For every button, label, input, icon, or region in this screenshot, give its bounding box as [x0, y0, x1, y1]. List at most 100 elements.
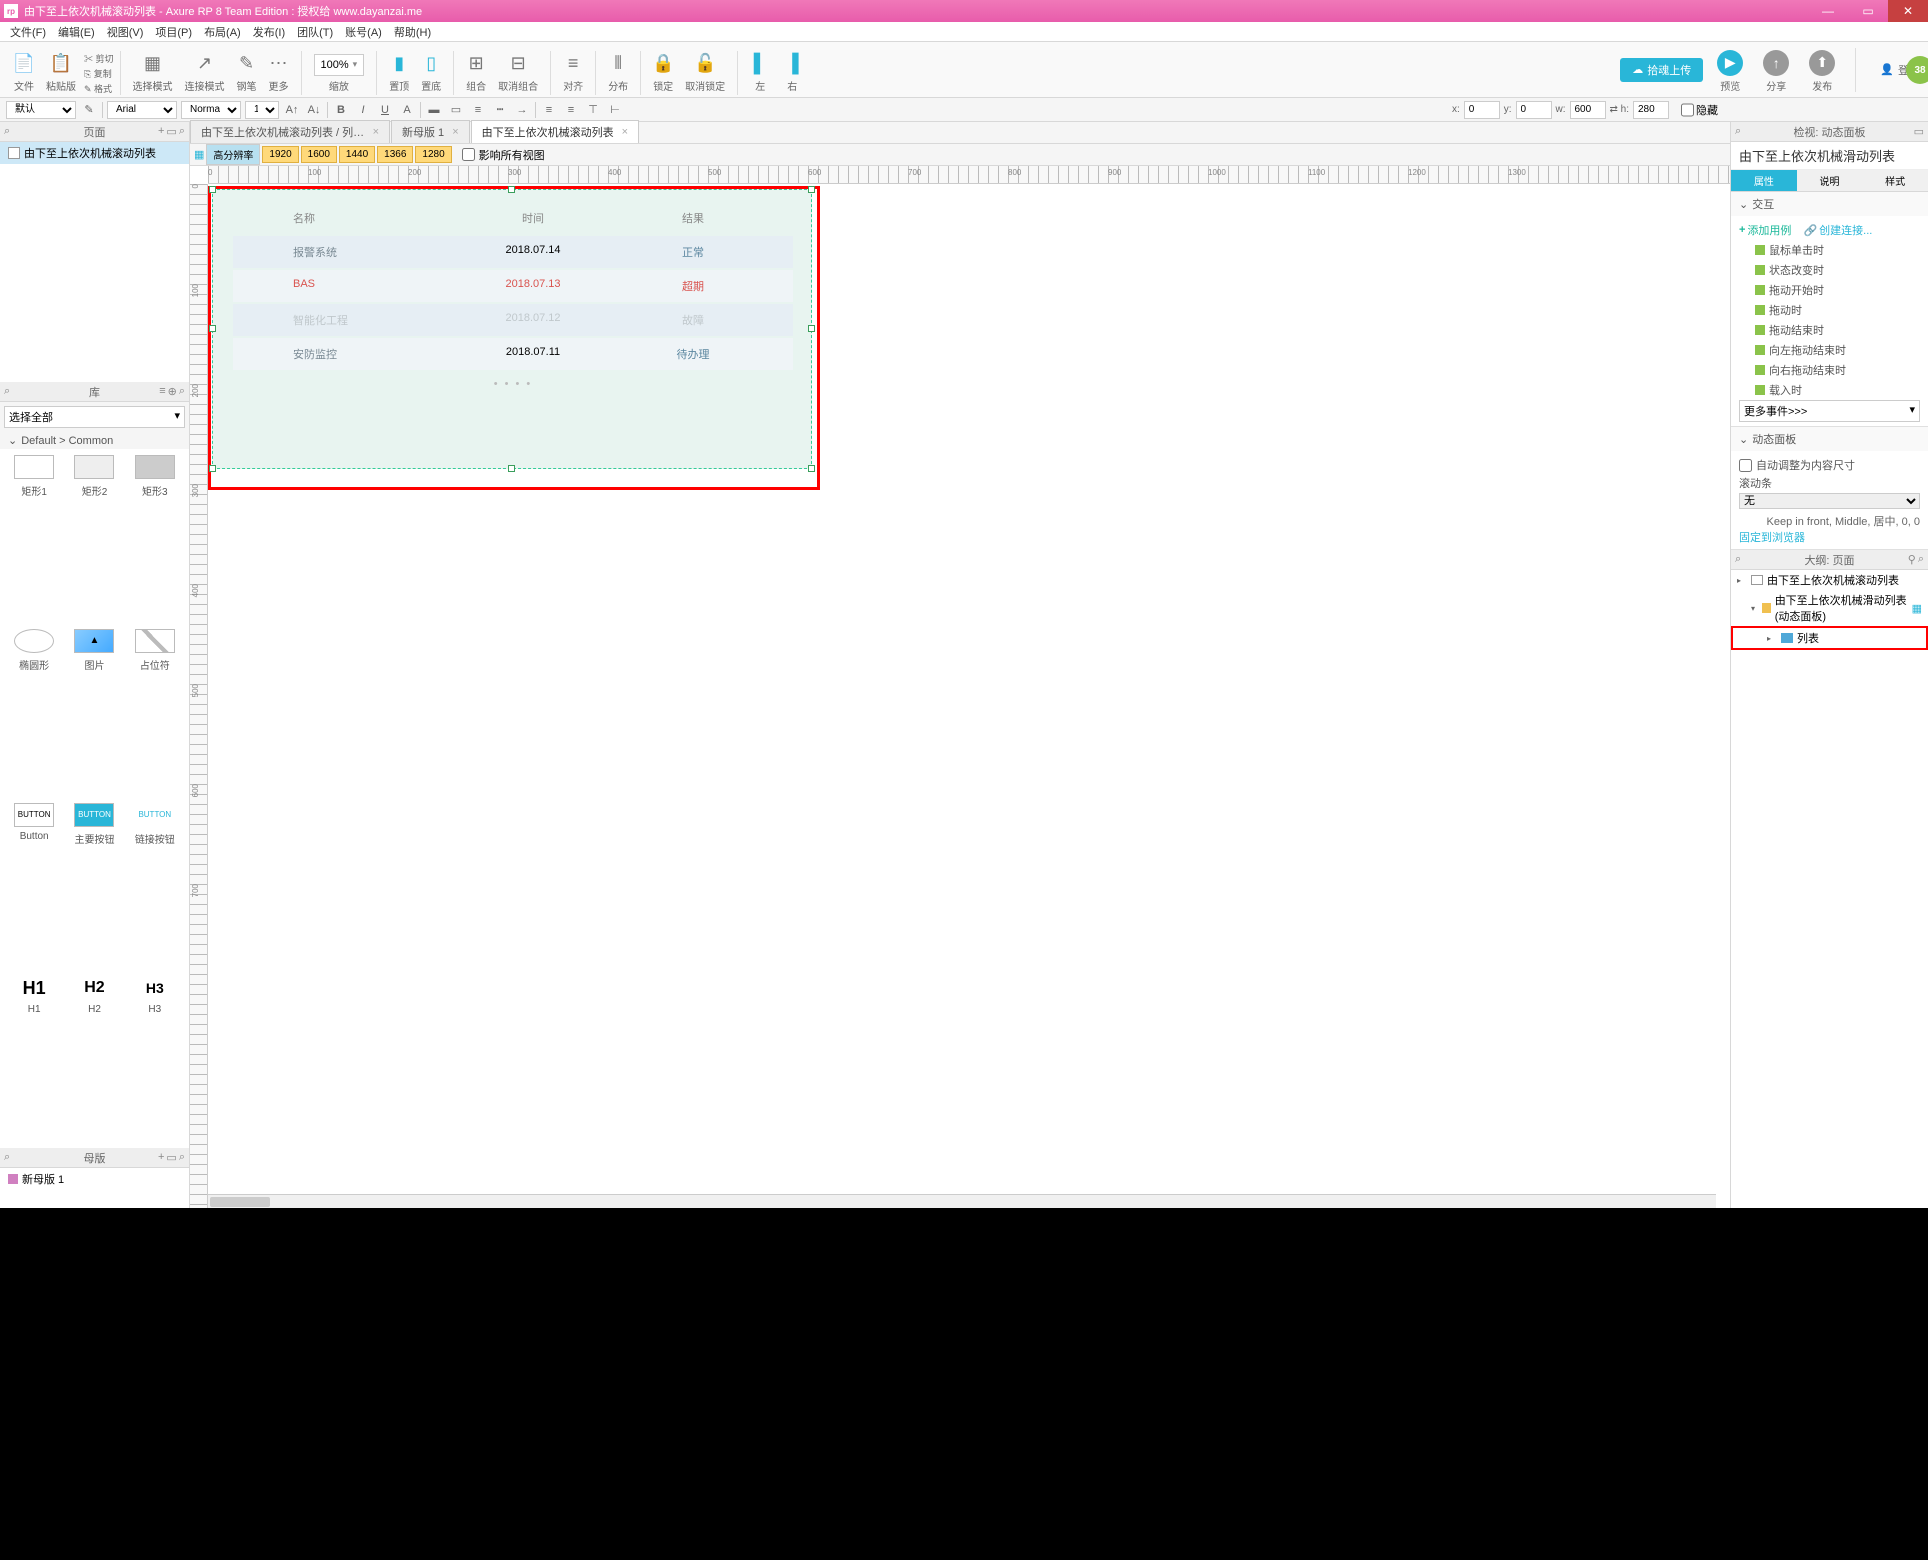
menu-view[interactable]: 视图(V)	[101, 24, 150, 40]
notification-badge[interactable]: 38	[1906, 56, 1928, 84]
library-item[interactable]: 矩形3	[127, 455, 183, 625]
line-width-icon[interactable]: ≡	[469, 101, 487, 119]
affect-all-checkbox[interactable]	[462, 148, 475, 161]
style-select[interactable]: 默认	[6, 101, 76, 119]
w-input[interactable]	[1570, 101, 1606, 119]
tab-0[interactable]: 由下至上依次机械滚动列表 / 列表 (由下至上依次机械...)×	[190, 120, 390, 143]
hide-checkbox[interactable]	[1681, 101, 1694, 119]
bold-icon[interactable]: B	[332, 101, 350, 119]
tool-zoom[interactable]: 100%缩放	[308, 45, 371, 95]
outline-item[interactable]: ▸列表	[1731, 626, 1928, 650]
lib-menu-icon[interactable]: ≡	[159, 385, 165, 398]
line-style-icon[interactable]: ┅	[491, 101, 509, 119]
event-item[interactable]: 状态改变时	[1739, 260, 1920, 280]
close-icon[interactable]: ×	[622, 126, 628, 138]
library-item[interactable]: BUTTONButton	[6, 803, 62, 973]
weight-select[interactable]: Normal	[181, 101, 241, 119]
section-dynamic-panel[interactable]: ⌄动态面板	[1731, 427, 1928, 451]
library-item[interactable]: BUTTON链接按钮	[127, 803, 183, 973]
tool-file[interactable]: 📄文件	[8, 45, 40, 95]
close-icon[interactable]: ×	[373, 126, 379, 138]
tool-left[interactable]: ▌左	[744, 45, 776, 95]
pin-to-browser-link[interactable]: 固定到浏览器	[1739, 532, 1805, 544]
upload-button[interactable]: ☁拾魂上传	[1620, 58, 1703, 82]
menu-account[interactable]: 账号(A)	[339, 24, 388, 40]
tool-group[interactable]: ⊞组合	[460, 45, 492, 95]
auto-fit-checkbox[interactable]	[1739, 459, 1752, 472]
section-interactions[interactable]: ⌄交互	[1731, 192, 1928, 216]
res-1280[interactable]: 1280	[415, 146, 451, 163]
close-icon[interactable]: ×	[452, 126, 458, 138]
library-item[interactable]: 矩形2	[66, 455, 122, 625]
outline-search-icon[interactable]: ⌕	[1918, 553, 1924, 566]
x-input[interactable]	[1464, 101, 1500, 119]
inspector-expand-icon[interactable]: ▭	[1914, 125, 1924, 138]
menu-team[interactable]: 团队(T)	[291, 24, 339, 40]
outline-item[interactable]: ▸由下至上依次机械滚动列表	[1731, 570, 1928, 590]
event-item[interactable]: 鼠标单击时	[1739, 240, 1920, 260]
tool-unlock[interactable]: 🔓取消锁定	[679, 45, 731, 95]
tool-pen[interactable]: ✎钢笔	[231, 45, 263, 95]
tool-more[interactable]: ⋯更多	[263, 45, 295, 95]
master-search-icon[interactable]: ⌕	[179, 1151, 185, 1164]
minimize-button[interactable]: —	[1808, 0, 1848, 22]
underline-icon[interactable]: U	[376, 101, 394, 119]
adaptive-icon[interactable]: ▦	[194, 148, 204, 161]
tool-paste[interactable]: 📋粘贴版	[40, 45, 82, 95]
event-item[interactable]: 向右拖动结束时	[1739, 360, 1920, 380]
align-left-icon[interactable]: ≡	[540, 101, 558, 119]
horizontal-scrollbar[interactable]	[208, 1194, 1716, 1208]
master-add-icon[interactable]: +	[158, 1151, 164, 1164]
tool-align[interactable]: ≡对齐	[557, 45, 589, 95]
master-folder-icon[interactable]: ▭	[166, 1151, 176, 1164]
tool-ungroup[interactable]: ⊟取消组合	[492, 45, 544, 95]
tab-properties[interactable]: 属性	[1731, 170, 1797, 191]
add-page-icon[interactable]: +	[158, 125, 164, 138]
tab-notes[interactable]: 说明	[1797, 170, 1863, 191]
create-link[interactable]: 🔗创建连接...	[1803, 222, 1872, 238]
tool-select-mode[interactable]: ▦选择模式	[127, 45, 179, 95]
lib-add-icon[interactable]: ⊕	[168, 385, 177, 398]
more-events-select[interactable]: 更多事件>>>▾	[1739, 400, 1920, 422]
outline-item[interactable]: ▾由下至上依次机械滑动列表 (动态面板)▦	[1731, 590, 1928, 626]
fill-color-icon[interactable]: ▬	[425, 101, 443, 119]
tool-back[interactable]: ▯置底	[415, 45, 447, 95]
canvas-area[interactable]: 0100200300400500600700800900100011001200…	[190, 166, 1730, 1208]
add-folder-icon[interactable]: ▭	[166, 125, 176, 138]
menu-project[interactable]: 项目(P)	[149, 24, 198, 40]
library-item[interactable]: H1H1	[6, 976, 62, 1142]
outline-filter-icon[interactable]: ⚲	[1908, 553, 1916, 566]
menu-edit[interactable]: 编辑(E)	[52, 24, 101, 40]
close-button[interactable]: ✕	[1888, 0, 1928, 22]
res-1366[interactable]: 1366	[377, 146, 413, 163]
dynamic-panel-widget[interactable]: 名称 时间 结果 报警系统2018.07.14正常BAS2018.07.13超期…	[212, 189, 812, 469]
font-decrease-icon[interactable]: A↓	[305, 101, 323, 119]
library-item[interactable]: ▲图片	[66, 629, 122, 799]
tool-distribute[interactable]: ⫴分布	[602, 45, 634, 95]
lib-search-icon[interactable]: ⌕	[179, 385, 185, 398]
search-icon[interactable]: ⌕	[179, 125, 185, 138]
library-select[interactable]: 选择全部▾	[4, 406, 185, 428]
tab-2[interactable]: 由下至上依次机械滚动列表×	[471, 120, 639, 143]
maximize-button[interactable]: ▭	[1848, 0, 1888, 22]
share-button[interactable]: ↑分享	[1757, 45, 1795, 95]
library-item[interactable]: H2H2	[66, 976, 122, 1142]
italic-icon[interactable]: I	[354, 101, 372, 119]
menu-arrange[interactable]: 布局(A)	[198, 24, 247, 40]
size-select[interactable]: 13	[245, 101, 279, 119]
align-top-icon[interactable]: ⊤	[584, 101, 602, 119]
h-input[interactable]	[1633, 101, 1669, 119]
library-item[interactable]: 矩形1	[6, 455, 62, 625]
tab-style[interactable]: 样式	[1862, 170, 1928, 191]
align-center-icon[interactable]: ≡	[562, 101, 580, 119]
font-select[interactable]: Arial	[107, 101, 177, 119]
res-1920[interactable]: 1920	[262, 146, 298, 163]
master-item[interactable]: 新母版 1	[0, 1168, 189, 1190]
border-icon[interactable]: ▭	[447, 101, 465, 119]
add-case-link[interactable]: +添加用例	[1739, 222, 1791, 238]
event-item[interactable]: 拖动时	[1739, 300, 1920, 320]
res-1600[interactable]: 1600	[301, 146, 337, 163]
publish-button[interactable]: ⬆发布	[1803, 45, 1841, 95]
format-painter-icon[interactable]: ✎	[80, 101, 98, 119]
tool-front[interactable]: ▮置顶	[383, 45, 415, 95]
